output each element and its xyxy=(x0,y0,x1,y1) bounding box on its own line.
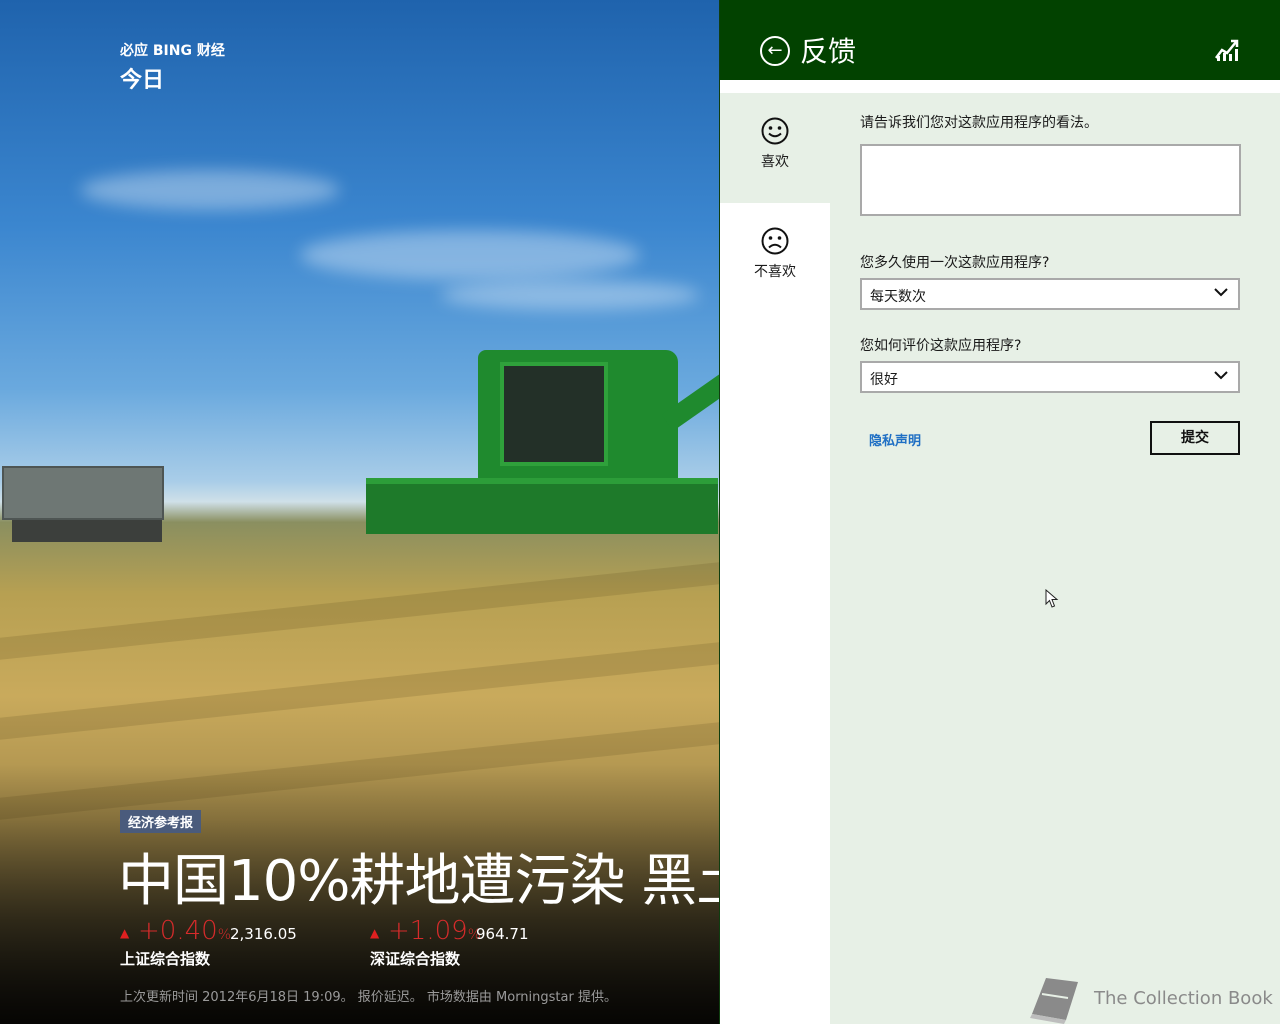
headline[interactable]: 中国10%耕地遭污染 黑土 xyxy=(118,836,719,917)
feedback-prompt: 请告诉我们您对这款应用程序的看法。 xyxy=(860,115,1098,131)
up-triangle-icon: ▲ xyxy=(120,926,130,940)
index-change: +0.40% xyxy=(138,916,231,946)
dislike-label: 不喜欢 xyxy=(754,264,796,280)
index-value: 2,316.05 xyxy=(230,925,297,943)
cloud xyxy=(300,230,640,280)
cloud xyxy=(440,280,700,310)
index-change: +1.09% xyxy=(388,916,481,946)
frequency-question: 您多久使用一次这款应用程序? xyxy=(860,255,1050,271)
rating-selected: 很好 xyxy=(870,372,898,388)
field-row xyxy=(0,642,719,740)
privacy-link[interactable]: 隐私声明 xyxy=(869,430,921,449)
like-tab[interactable]: 喜欢 xyxy=(720,93,830,203)
mouse-cursor-icon xyxy=(1045,589,1059,608)
frown-icon xyxy=(761,227,789,255)
like-label: 喜欢 xyxy=(761,154,789,170)
cloud xyxy=(80,170,340,210)
up-triangle-icon: ▲ xyxy=(370,926,380,940)
chevron-down-icon xyxy=(1214,371,1228,380)
app-chart-icon xyxy=(1215,39,1239,61)
combine-header xyxy=(366,478,718,534)
frequency-select[interactable]: 每天数次 xyxy=(860,278,1240,310)
section-title[interactable]: 今日 xyxy=(120,62,164,94)
combine-cab xyxy=(500,362,608,466)
sentiment-column xyxy=(720,313,830,1024)
watermark: The Collection Book xyxy=(1028,976,1280,1024)
field-row xyxy=(0,562,719,660)
back-arrow-icon[interactable]: ← xyxy=(760,36,790,66)
source-badge: 经济参考报 xyxy=(120,810,202,833)
frequency-selected: 每天数次 xyxy=(870,289,926,305)
feedback-pane: ← 反馈 喜欢 不喜欢 请告诉我们您对这款应用程序的看法。 您多久使用一次这款应… xyxy=(719,0,1280,1024)
smile-icon xyxy=(761,117,789,145)
last-updated-text: 上次更新时间 2012年6月18日 19:09。 报价延迟。 市场数据由 Mor… xyxy=(120,990,617,1005)
hero-panel[interactable]: 必应 BING 财经 今日 经济参考报 中国10%耕地遭污染 黑土 ▲ +0.4… xyxy=(0,0,719,1024)
app-name: 必应 BING 财经 xyxy=(120,43,225,59)
rating-select[interactable]: 很好 xyxy=(860,361,1240,393)
submit-button[interactable]: 提交 xyxy=(1150,421,1240,455)
header-divider xyxy=(720,80,1280,93)
feedback-textarea[interactable] xyxy=(860,144,1241,216)
watermark-text: The Collection Book xyxy=(1094,988,1273,1009)
index-name: 深证综合指数 xyxy=(370,950,461,968)
pane-title: 反馈 xyxy=(800,35,857,68)
trailer-image xyxy=(2,466,164,542)
dislike-tab[interactable]: 不喜欢 xyxy=(720,203,830,313)
rating-question: 您如何评价这款应用程序? xyxy=(860,338,1022,354)
book-icon xyxy=(1030,978,1078,1024)
index-name: 上证综合指数 xyxy=(120,950,211,968)
chevron-down-icon xyxy=(1214,288,1228,297)
pane-header: ← 反馈 xyxy=(720,0,1280,80)
index-value: 964.71 xyxy=(476,925,529,943)
